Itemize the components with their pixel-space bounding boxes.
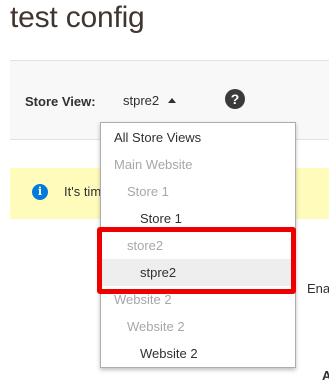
store-view-option[interactable]: Website 2	[101, 340, 295, 367]
page-title: test config	[10, 1, 145, 34]
store-view-option[interactable]: All Store Views	[101, 124, 295, 151]
background-label-partial: A	[322, 368, 329, 383]
background-label-partial: Ena	[307, 281, 329, 296]
store-view-label: Store View:	[25, 94, 96, 109]
store-view-option[interactable]: Store 1	[101, 205, 295, 232]
caret-up-icon	[168, 98, 177, 103]
store-view-group-header: Website 2	[114, 292, 172, 307]
store-view-group-header: store2	[127, 238, 164, 253]
question-icon[interactable]: ?	[225, 89, 245, 109]
store-view-option[interactable]: stpre2	[101, 259, 295, 286]
info-icon: i	[32, 184, 48, 200]
store-view-dropdown: All Store Views Main Website Store 1 Store …	[100, 122, 296, 368]
store-view-current: stpre2	[123, 93, 160, 108]
page: test config Store View: stpre2 ? i It's …	[0, 0, 329, 388]
store-view-toggle[interactable]: stpre2	[123, 93, 177, 108]
store-view-group-header: Main Website	[114, 157, 193, 172]
store-view-group-header: Website 2	[127, 319, 185, 334]
notice-text: It's tim	[64, 184, 102, 199]
store-view-group-header: Store 1	[127, 184, 169, 199]
